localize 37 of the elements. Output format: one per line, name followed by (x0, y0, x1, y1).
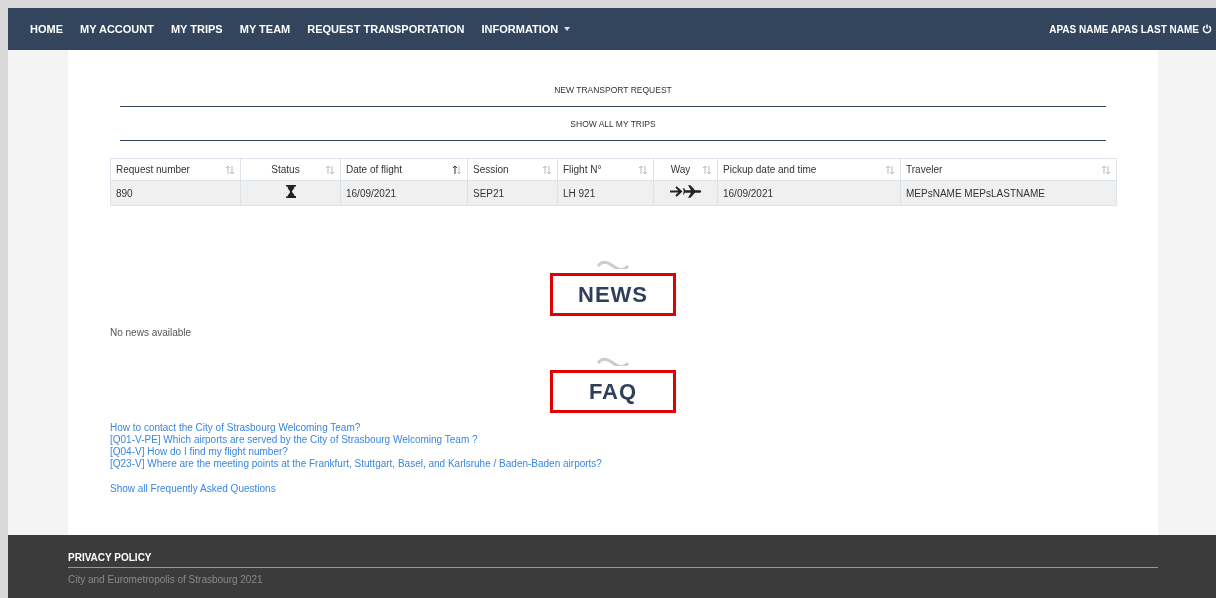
table-cell: MEPsNAME MEPsLASTNAME (900, 180, 1117, 206)
column-header[interactable]: Way (653, 158, 718, 181)
show-all-faq-link[interactable]: Show all Frequently Asked Questions (110, 481, 276, 496)
nav-link[interactable]: MY ACCOUNT (80, 20, 154, 38)
privacy-policy-link[interactable]: PRIVACY POLICY (68, 552, 152, 563)
user-menu-link[interactable]: APAS NAME APAS LAST NAME (1049, 21, 1212, 37)
table-cell: SEP21 (467, 180, 558, 206)
column-header[interactable]: Status (240, 158, 341, 181)
column-header[interactable]: Flight N° (557, 158, 654, 181)
faq-heading: FAQ (550, 370, 676, 413)
empty-news-text: No news available (110, 326, 193, 340)
faq-link[interactable]: [Q04-V] How do I find my flight number? (110, 446, 288, 458)
faq-link[interactable]: [Q23-V] Where are the meeting points at the Frankfurt, Stuttgart, Basel, and Karlsruhe / Baden-Baden airports? (110, 458, 602, 470)
news-heading: NEWS (550, 273, 676, 316)
column-header[interactable]: Traveler (900, 158, 1117, 181)
faq-link[interactable]: How to contact the City of Strasbourg Welcoming Team? (110, 422, 361, 434)
action-link[interactable]: NEW TRANSPORT REQUEST (554, 84, 672, 97)
nav-link[interactable]: MY TRIPS (170, 20, 223, 38)
column-header[interactable]: Date of flight (340, 158, 468, 181)
table-cell: 16/09/2021 (717, 180, 901, 206)
nav-link[interactable]: INFORMATION (481, 20, 571, 38)
column-header[interactable]: Session (467, 158, 558, 181)
column-header[interactable]: Pickup date and time (717, 158, 901, 181)
table-cell: 16/09/2021 (340, 180, 468, 206)
wave-icon (596, 259, 630, 269)
column-header[interactable]: Request number (110, 158, 241, 181)
copyright-text: City and Eurometropolis of Strasbourg 2021 (68, 573, 264, 587)
action-link[interactable]: SHOW ALL MY TRIPS (570, 118, 656, 131)
nav-link[interactable]: MY TEAM (239, 20, 291, 38)
table-cell: LH 921 (557, 180, 654, 206)
power-icon (1202, 24, 1212, 34)
table-cell: 890 (110, 180, 241, 206)
nav-link[interactable]: HOME (30, 20, 63, 38)
nav-link[interactable]: REQUEST TRANSPORTATION (307, 20, 465, 38)
faq-link[interactable]: [Q01-V-PE] Which airports are served by the City of Strasbourg Welcoming Team ? (110, 434, 478, 446)
sort-icon[interactable] (452, 164, 462, 175)
wave-icon (596, 356, 630, 366)
